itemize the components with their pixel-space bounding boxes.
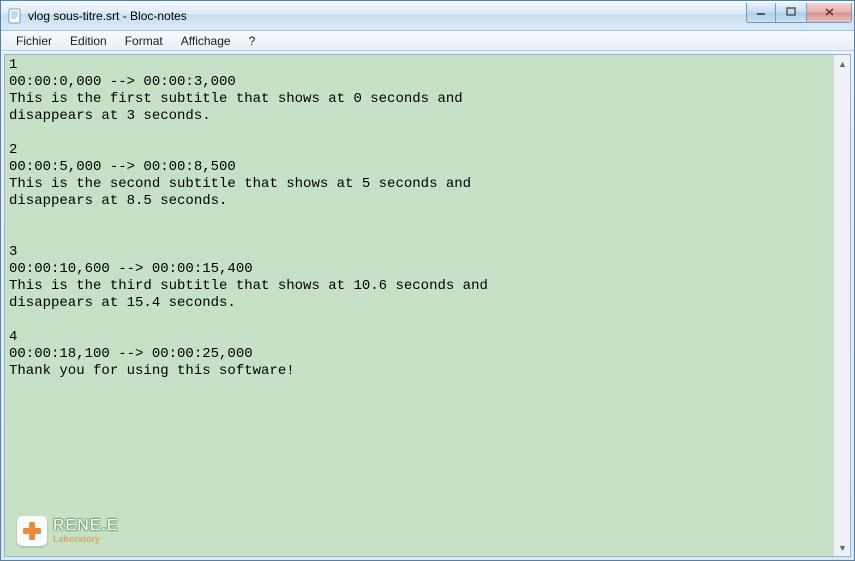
close-icon — [824, 7, 835, 17]
maximize-icon — [786, 7, 796, 17]
menu-view[interactable]: Affichage — [172, 32, 240, 50]
watermark: RENE.E Laboratory — [17, 516, 119, 546]
title-bar[interactable]: vlog sous-titre.srt - Bloc-notes — [1, 1, 854, 31]
vertical-scrollbar[interactable]: ▲ ▼ — [833, 55, 850, 556]
notepad-icon — [7, 8, 23, 24]
scroll-up-arrow-icon[interactable]: ▲ — [834, 55, 851, 72]
minimize-icon — [756, 7, 766, 17]
menu-bar: Fichier Edition Format Affichage ? — [1, 31, 854, 51]
watermark-plus-icon — [17, 516, 47, 546]
menu-file[interactable]: Fichier — [7, 32, 61, 50]
menu-format[interactable]: Format — [116, 32, 172, 50]
maximize-button[interactable] — [776, 3, 806, 23]
notepad-window: vlog sous-titre.srt - Bloc-notes Fichier… — [0, 0, 855, 561]
window-controls — [746, 3, 852, 23]
minimize-button[interactable] — [746, 3, 776, 23]
text-editor[interactable]: 1 00:00:0,000 --> 00:00:3,000 This is th… — [5, 55, 833, 556]
menu-edit[interactable]: Edition — [61, 32, 116, 50]
editor-frame: 1 00:00:0,000 --> 00:00:3,000 This is th… — [4, 54, 851, 557]
close-button[interactable] — [806, 3, 852, 23]
watermark-sub: Laboratory — [53, 535, 119, 544]
watermark-text: RENE.E Laboratory — [53, 518, 119, 544]
window-title: vlog sous-titre.srt - Bloc-notes — [28, 9, 746, 23]
menu-help[interactable]: ? — [240, 32, 265, 50]
watermark-brand: RENE.E — [53, 518, 119, 534]
scroll-down-arrow-icon[interactable]: ▼ — [834, 539, 851, 556]
